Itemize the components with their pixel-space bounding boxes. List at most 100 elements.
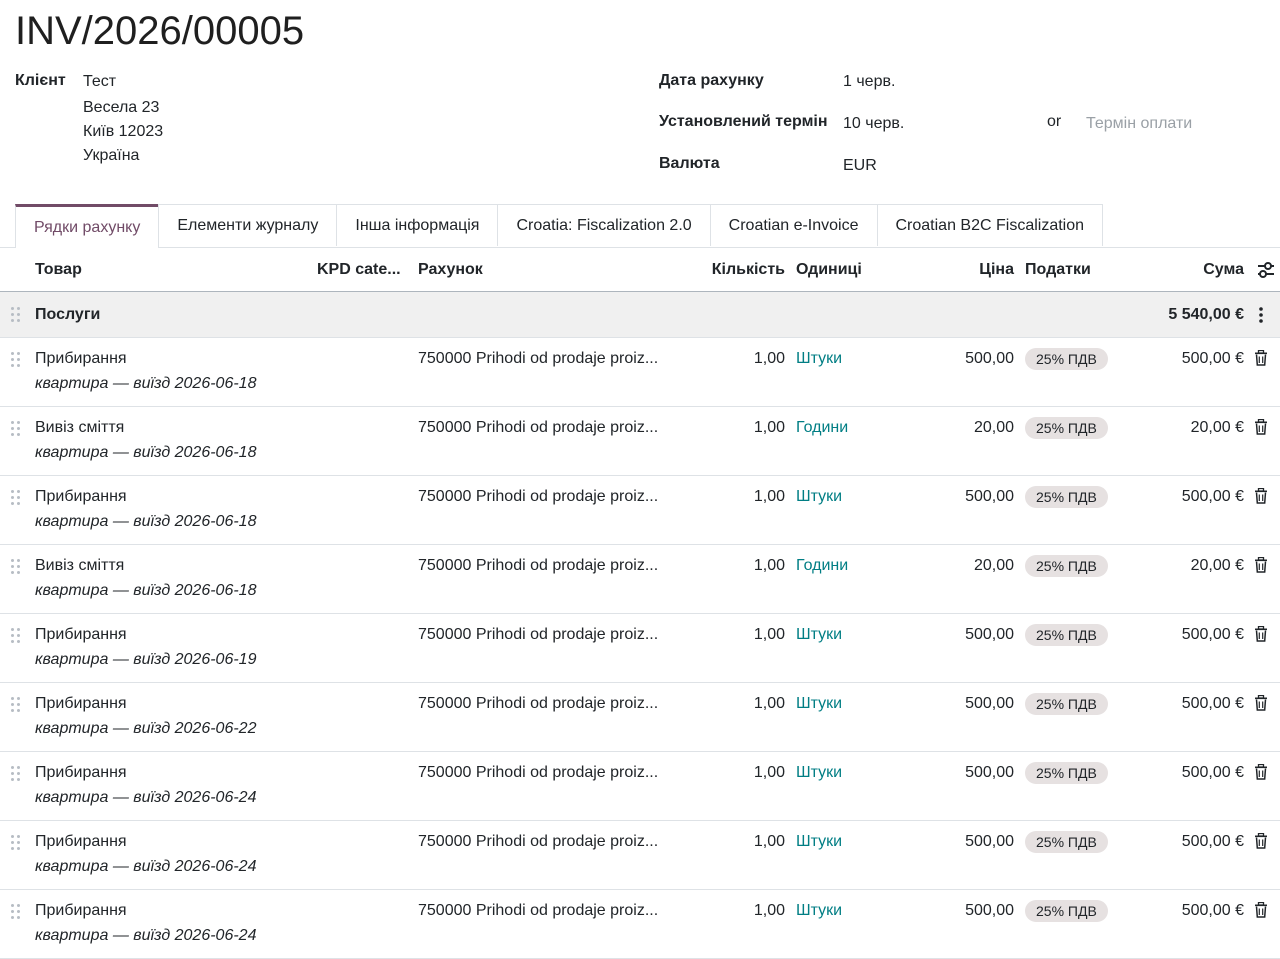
line-price[interactable]: 500,00 [965,626,1014,644]
line-description[interactable]: квартира — виїзд 2026-06-18 [35,375,256,393]
trash-icon[interactable] [1254,419,1268,435]
drag-handle-icon[interactable] [10,421,22,437]
drag-handle-icon[interactable] [10,835,22,851]
tax-badge[interactable]: 25% ПДВ [1025,417,1108,439]
table-row[interactable]: Прибирання квартира — виїзд 2026-06-24 750… [0,890,1280,959]
column-taxes[interactable]: Податки [1025,261,1091,279]
line-price[interactable]: 20,00 [974,557,1014,575]
column-product[interactable]: Товар [35,261,82,279]
table-row[interactable]: Прибирання квартира — виїзд 2026-06-18 750… [0,338,1280,407]
invoice-date-field[interactable]: 1 черв. [843,73,895,91]
table-row[interactable]: Вивіз сміття квартира — виїзд 2026-06-18 7… [0,407,1280,476]
line-account[interactable]: 750000 Prihodi od prodaje proiz... [418,557,658,575]
line-price[interactable]: 500,00 [965,488,1014,506]
trash-icon[interactable] [1254,557,1268,573]
drag-handle-icon[interactable] [10,766,22,782]
line-quantity[interactable]: 1,00 [754,626,785,644]
tax-badge[interactable]: 25% ПДВ [1025,624,1108,646]
line-product[interactable]: Прибирання [35,626,127,644]
line-product[interactable]: Вивіз сміття [35,557,124,575]
kebab-menu-icon[interactable] [1255,306,1267,324]
line-account[interactable]: 750000 Prihodi od prodaje proiz... [418,626,658,644]
line-description[interactable]: квартира — виїзд 2026-06-18 [35,582,256,600]
line-account[interactable]: 750000 Prihodi od prodaje proiz... [418,833,658,851]
line-description[interactable]: квартира — виїзд 2026-06-24 [35,858,256,876]
line-account[interactable]: 750000 Prihodi od prodaje proiz... [418,695,658,713]
line-uom[interactable]: Штуки [796,902,842,920]
line-quantity[interactable]: 1,00 [754,902,785,920]
column-price[interactable]: Ціна [979,261,1014,279]
tab-invoice-lines[interactable]: Рядки рахунку [15,204,160,248]
line-account[interactable]: 750000 Prihodi od prodaje proiz... [418,902,658,920]
line-uom[interactable]: Штуки [796,350,842,368]
tab-croatian-b2c-fiscalization[interactable]: Croatian B2C Fiscalization [876,204,1104,246]
line-uom[interactable]: Штуки [796,488,842,506]
table-row[interactable]: Вивіз сміття квартира — виїзд 2026-06-18 7… [0,545,1280,614]
drag-handle-icon[interactable] [10,904,22,920]
line-quantity[interactable]: 1,00 [754,419,785,437]
tax-badge[interactable]: 25% ПДВ [1025,900,1108,922]
line-price[interactable]: 20,00 [974,419,1014,437]
line-quantity[interactable]: 1,00 [754,695,785,713]
column-quantity[interactable]: Кількість [712,261,785,279]
currency-field[interactable]: EUR [843,157,877,175]
line-quantity[interactable]: 1,00 [754,764,785,782]
line-product[interactable]: Прибирання [35,350,127,368]
line-price[interactable]: 500,00 [965,764,1014,782]
line-product[interactable]: Прибирання [35,833,127,851]
line-description[interactable]: квартира — виїзд 2026-06-24 [35,927,256,945]
tab-croatian-einvoice[interactable]: Croatian e-Invoice [709,204,878,246]
line-description[interactable]: квартира — виїзд 2026-06-18 [35,444,256,462]
table-row[interactable]: Прибирання квартира — виїзд 2026-06-24 750… [0,821,1280,890]
line-account[interactable]: 750000 Prihodi od prodaje proiz... [418,764,658,782]
line-price[interactable]: 500,00 [965,350,1014,368]
line-account[interactable]: 750000 Prihodi od prodaje proiz... [418,488,658,506]
line-quantity[interactable]: 1,00 [754,557,785,575]
line-uom[interactable]: Години [796,557,848,575]
column-amount[interactable]: Сума [1203,261,1244,279]
line-description[interactable]: квартира — виїзд 2026-06-18 [35,513,256,531]
drag-handle-icon[interactable] [10,352,22,368]
section-name[interactable]: Послуги [35,306,100,324]
line-description[interactable]: квартира — виїзд 2026-06-19 [35,651,256,669]
payment-terms-field[interactable]: Термін оплати [1086,115,1192,133]
column-kpd-category[interactable]: KPD cate... [317,261,401,279]
trash-icon[interactable] [1254,350,1268,366]
trash-icon[interactable] [1254,626,1268,642]
drag-handle-icon[interactable] [10,307,22,323]
line-price[interactable]: 500,00 [965,695,1014,713]
trash-icon[interactable] [1254,902,1268,918]
tax-badge[interactable]: 25% ПДВ [1025,348,1108,370]
tax-badge[interactable]: 25% ПДВ [1025,762,1108,784]
line-uom[interactable]: Штуки [796,764,842,782]
line-uom[interactable]: Штуки [796,695,842,713]
table-row[interactable]: Прибирання квартира — виїзд 2026-06-22 750… [0,683,1280,752]
tab-croatia-fiscalization[interactable]: Croatia: Fiscalization 2.0 [497,204,711,246]
table-row[interactable]: Прибирання квартира — виїзд 2026-06-18 750… [0,476,1280,545]
line-uom[interactable]: Штуки [796,833,842,851]
tax-badge[interactable]: 25% ПДВ [1025,486,1108,508]
line-product[interactable]: Прибирання [35,695,127,713]
line-account[interactable]: 750000 Prihodi od prodaje proiz... [418,419,658,437]
line-product[interactable]: Прибирання [35,764,127,782]
trash-icon[interactable] [1254,488,1268,504]
line-quantity[interactable]: 1,00 [754,833,785,851]
column-account[interactable]: Рахунок [418,261,483,279]
line-account[interactable]: 750000 Prihodi od prodaje proiz... [418,350,658,368]
line-description[interactable]: квартира — виїзд 2026-06-22 [35,720,256,738]
tax-badge[interactable]: 25% ПДВ [1025,555,1108,577]
line-product[interactable]: Вивіз сміття [35,419,124,437]
line-product[interactable]: Прибирання [35,902,127,920]
table-row[interactable]: Прибирання квартира — виїзд 2026-06-24 750… [0,752,1280,821]
table-row[interactable]: Прибирання квартира — виїзд 2026-06-19 750… [0,614,1280,683]
line-quantity[interactable]: 1,00 [754,488,785,506]
optional-columns-icon[interactable] [1256,260,1276,280]
line-quantity[interactable]: 1,00 [754,350,785,368]
drag-handle-icon[interactable] [10,490,22,506]
tax-badge[interactable]: 25% ПДВ [1025,693,1108,715]
line-description[interactable]: квартира — виїзд 2026-06-24 [35,789,256,807]
due-date-field[interactable]: 10 черв. [843,115,904,133]
drag-handle-icon[interactable] [10,559,22,575]
customer-name[interactable]: Тест [83,73,116,91]
trash-icon[interactable] [1254,833,1268,849]
